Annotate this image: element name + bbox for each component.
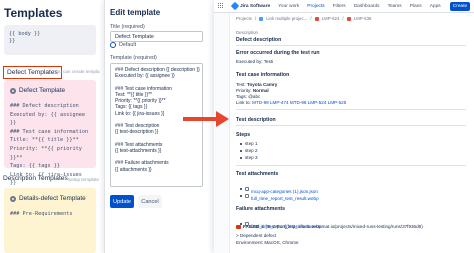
list-item: step 3 [240,155,258,160]
template-line: {{ attachments }} [115,166,152,173]
code-line: Executed by: {{ assignee }} [10,111,85,127]
test-line-label: Test: [236,82,247,87]
breadcrumb-issue[interactable]: LMP-536 [354,16,372,21]
template-card-preview[interactable]: {{ body }} }} [4,25,96,55]
code-line: Priority: **{{ priority }}** [10,145,82,161]
list-item: step 2 [240,148,258,153]
nav-apps[interactable]: Apps [430,4,441,9]
radio-icon [110,42,116,48]
cancel-button[interactable]: Cancel [138,195,162,208]
title-input[interactable]: Defect Template [110,31,203,42]
nav-your-work[interactable]: Your work [278,4,299,9]
page-title: Templates [4,6,63,20]
create-button[interactable]: Create [450,2,470,11]
code-line: ### Test case information [10,128,89,135]
failed-text[interactable]: in [Test Run](https://beta.testomat.io/p… [259,224,423,229]
step-text: step 3 [245,155,258,160]
jira-logo[interactable]: Jira Software [230,1,271,11]
priority-label: Priority: [236,88,253,93]
app-switcher-icon[interactable] [218,3,224,9]
bug-icon [346,16,351,21]
environment-text: Environment: MacOS, Chrome [236,240,299,245]
jira-issue-view: Jira Software Your work Projects Filters… [214,0,474,253]
bug-icon [314,16,319,21]
failed-label: FAILED [243,224,260,229]
description-label: Description [236,30,258,35]
nav-projects[interactable]: Projects [307,4,324,9]
test-line: Test: Toyota Camry [236,82,277,87]
arrow-right-icon [183,111,229,127]
modal-title: Edit template [110,8,161,17]
error-heading: Error occurred during the test run [236,50,320,56]
jira-product-name: Jira Software [240,3,271,9]
test-line-value: Toyota Camry [246,82,278,87]
card-title: Defect Template [10,87,90,94]
code-line: Tags: {{ tags }} [10,163,60,170]
divider [236,45,466,46]
priority-line: Priority: Normal [236,88,269,93]
list-item: step 1 [240,141,258,146]
breadcrumb-parent-issue[interactable]: LMP-524 [322,16,340,21]
card-title-text: Defect Template [19,87,66,94]
description-templates-heading: Description Templates [3,175,68,182]
step-text: step 1 [245,141,258,146]
default-radio-label: Default [119,42,137,48]
nav-filters[interactable]: Filters [333,4,346,9]
project-sidebar [214,13,230,253]
card-title: Details-defect Template [10,195,90,202]
code-line: ### Pre-Requirements [10,211,73,217]
default-radio[interactable]: Default [110,42,136,48]
defect-description-heading: Defect description [236,37,282,43]
priority-value: Normal [252,88,269,93]
breadcrumb: Projects / Link multiple projec... / LMP-5… [236,16,372,21]
code-line: }} [9,37,16,44]
dependent-defect-text: > Dependent defect [236,233,277,238]
defect-templates-heading: Defect Templates [3,66,62,79]
details-defect-template-card[interactable]: Details-defect Template ### Pre-Requirem… [4,188,96,253]
nav-teams[interactable]: Teams [388,4,402,9]
jira-icon [230,1,240,11]
breadcrumb-projects[interactable]: Projects [236,16,252,21]
step-text: step 2 [245,148,258,153]
test-description-heading: Test description [236,117,276,123]
code-line: ### Defect description [10,103,79,109]
test-attachments-heading: Test attachments [236,171,279,177]
steps-heading: Steps [236,132,251,138]
code-line: Title: **{{ title }}** [10,137,79,144]
failed-icon [236,224,241,229]
gear-icon [10,195,16,202]
template-label: Template (required) [110,55,157,61]
failure-attachments-heading: Failure attachments [236,206,286,212]
nav-plans[interactable]: Plans [410,4,422,9]
jira-top-nav: Jira Software Your work Projects Filters… [214,0,474,13]
tags-line: Tags: @abc [236,94,261,99]
project-icon [259,16,264,21]
title-label: Title (required) [110,24,145,30]
card-title-text: Details-defect Template [19,195,86,202]
failed-line: FAILED in [Test Run](https://beta.testom… [236,224,423,229]
link-line: Link to: MTD-99 LMP-474 MTD-98 LMP-524 L… [236,100,346,105]
test-case-info-heading: Test case information [236,72,290,78]
description-templates-note: Setup template [68,177,99,182]
list-item: full_time_report_test_result.webp [240,187,319,205]
executed-by-text: Executed by: Testi [236,59,274,64]
gear-icon [10,87,16,94]
link-label: Link to: [236,100,253,105]
breadcrumb-project[interactable]: Link multiple projec... [266,16,307,21]
nav-dashboards[interactable]: Dashboards [354,4,380,9]
divider [236,109,466,110]
divider [236,165,466,166]
update-button[interactable]: Update [110,195,134,208]
templates-page: Templates {{ body }} }} Defect Templates… [0,0,104,253]
divider [236,125,466,126]
defect-templates-note: You can create templa [54,69,100,74]
attachment-link[interactable]: full_time_report_test_result.webp [251,196,319,201]
linked-issues[interactable]: MTD-99 LMP-474 MTD-98 LMP-524 LMP-525 [252,100,346,105]
attachment-icon [245,193,249,198]
defect-template-card[interactable]: Defect Template ### Defect description E… [4,80,96,186]
